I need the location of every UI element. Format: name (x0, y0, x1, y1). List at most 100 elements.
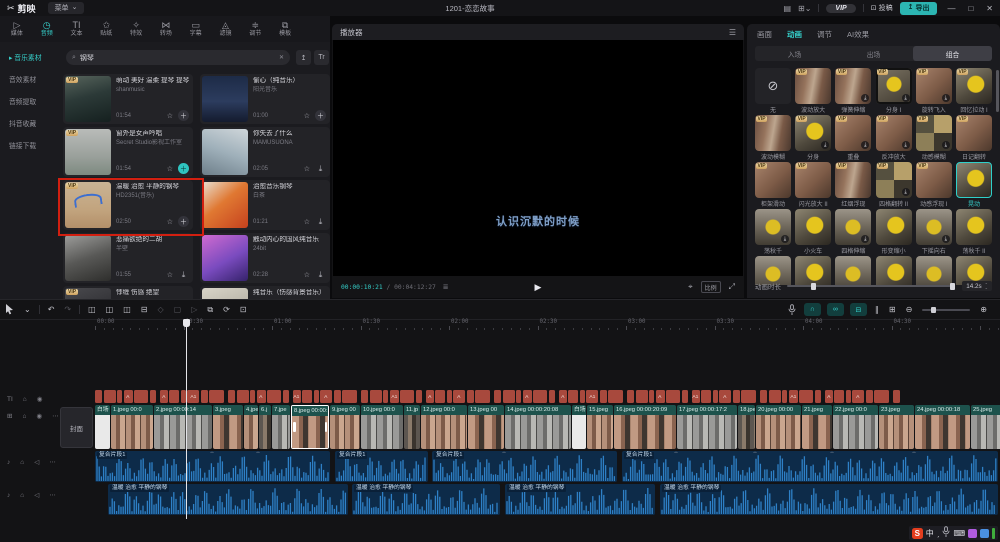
text-clip[interactable] (334, 390, 341, 403)
text-clip[interactable]: A (656, 390, 665, 403)
video-clip[interactable]: 23.jpeg (879, 405, 914, 449)
video-clip[interactable]: 24.jpeg 00:00:18 (915, 405, 970, 449)
audio-clip[interactable]: 温暖 治愈 平静的钢琴 (108, 484, 348, 515)
microphone-icon[interactable] (942, 526, 950, 540)
music-item[interactable]: 偷心（纯音乐）阳光音乐01:00☆＋ (200, 74, 330, 124)
text-clip[interactable] (494, 390, 501, 403)
video-clip[interactable]: 13.jpeg 00 (468, 405, 504, 449)
add-music-button[interactable]: ＋ (178, 110, 189, 121)
tab-滤镜[interactable]: ◬滤镜 (211, 16, 241, 42)
text-clip[interactable] (600, 390, 607, 403)
text-clip[interactable] (475, 390, 490, 403)
transition-marker[interactable]: ↔ (210, 449, 215, 455)
effect-tile-动感模糊[interactable]: VIP⤓动感模糊 (916, 115, 952, 161)
text-clip[interactable] (209, 390, 224, 403)
text-clip[interactable] (302, 390, 312, 403)
video-clip[interactable]: 10.jpeg 00:0 (361, 405, 403, 449)
video-clip[interactable]: 20.jpeg 00:00 (756, 405, 801, 449)
speed-icon[interactable]: ▷ (191, 305, 197, 314)
text-clip[interactable] (733, 390, 740, 403)
focus-icon[interactable]: ⌖ (688, 282, 693, 292)
download-icon[interactable]: ⤓ (315, 216, 326, 227)
text-clip[interactable]: A (320, 390, 332, 403)
star-icon[interactable]: ☆ (304, 165, 310, 173)
effect-tile-分身[interactable]: VIP⤓分身 (795, 115, 831, 161)
text-clip[interactable] (580, 390, 585, 403)
effect-tile-波动放大[interactable]: VIP波动放大 (795, 68, 831, 114)
video-clip[interactable]: 1.jpeg 00:0 (111, 405, 153, 449)
tab-音频[interactable]: ◷音频 (32, 16, 62, 42)
sidebar-item-音频提取[interactable]: 音频提取 (0, 90, 60, 112)
music-item[interactable]: 触动内心的国风纯音乐24bit02:28☆⤓ (200, 233, 330, 283)
ime-toolbox-icon[interactable] (980, 529, 989, 538)
timeline-zoom-out-icon[interactable]: ⊖ (906, 305, 913, 314)
scrollbar[interactable] (996, 70, 999, 112)
player-menu-icon[interactable]: ☰ (729, 28, 736, 37)
ime-punct-icon[interactable]: ˏ (937, 529, 940, 538)
reverse-icon[interactable]: ▢ (174, 305, 182, 314)
text-clip[interactable]: A (559, 390, 567, 403)
tab-调节[interactable]: 调节 (817, 29, 832, 44)
effect-tile-分身 I[interactable]: VIP⤓分身 I (876, 68, 912, 114)
ime-logo[interactable]: S (912, 528, 923, 539)
split-adjust-icon[interactable]: ∥ (875, 305, 879, 314)
star-icon[interactable]: ☆ (167, 165, 173, 173)
tab-特效[interactable]: ✧特效 (121, 16, 151, 42)
device-icon[interactable]: ▤ (783, 4, 791, 13)
music-item[interactable]: 治愈音乐钢琴白茶01:21☆⤓ (200, 180, 330, 230)
effect-tile-四格伸缩[interactable]: ⤓四格伸缩 (835, 209, 871, 255)
text-clip[interactable] (447, 390, 452, 403)
effect-tile-旋转飞入[interactable]: VIP⤓旋转飞入 (916, 68, 952, 114)
text-clip[interactable] (150, 390, 156, 403)
text-clip[interactable] (568, 390, 578, 403)
tab-模板[interactable]: ⧉模板 (270, 16, 300, 42)
video-preview[interactable]: 认识沉默的时候 (333, 40, 743, 276)
text-clip[interactable] (361, 390, 368, 403)
download-icon[interactable]: ⤓ (178, 269, 189, 280)
text-clip[interactable]: A (160, 390, 168, 403)
effect-tile-日记翻转[interactable]: VIP日记翻转 (956, 115, 992, 161)
video-clip[interactable]: 6.j (259, 405, 271, 449)
stepper-icons[interactable]: ⌃⌄ (985, 283, 988, 290)
redo-icon[interactable]: ↷ (64, 305, 71, 314)
music-item[interactable]: 你失去了什么MAMUSUONA02:05☆⤓ (200, 127, 330, 177)
text-clip[interactable] (533, 390, 547, 403)
record-voice-icon[interactable] (788, 304, 796, 316)
maximize-button[interactable]: □ (965, 4, 976, 13)
text-clip[interactable]: A (257, 390, 266, 403)
music-item[interactable]: 纯音乐（伤感背景音乐）（钢琴 (200, 286, 330, 299)
transition-marker[interactable]: ↔ (358, 449, 363, 455)
sort-music-button[interactable]: Tr (314, 50, 329, 65)
text-clip[interactable]: A1 (692, 390, 700, 403)
video-clip[interactable]: 15.jpeg (587, 405, 613, 449)
video-clip[interactable]: 18.jpeg (738, 405, 755, 449)
effect-tile-荡秋千 II[interactable]: 荡秋千 II (956, 209, 992, 255)
text-clip[interactable] (342, 390, 357, 403)
text-clip[interactable] (503, 390, 515, 403)
effect-tile-四格翻转 II[interactable]: VIP⤓四格翻转 II (876, 162, 912, 208)
text-clip[interactable]: A (453, 390, 465, 403)
text-clip[interactable]: A1 (390, 390, 399, 403)
fold-tracks-icon[interactable]: ⊞ (889, 305, 896, 314)
search-input[interactable]: ⌕ 钢琴 ✕ (66, 50, 290, 65)
sidebar-item-链接下载[interactable]: 链接下载 (0, 134, 60, 156)
effect-tile-小火车[interactable]: 小火车 (795, 209, 831, 255)
transition-marker[interactable]: ↔ (912, 449, 917, 455)
effect-tile-形变缩小[interactable]: 形变缩小 (876, 209, 912, 255)
text-clip[interactable] (666, 390, 680, 403)
music-item[interactable]: 悲痛欲绝的二胡半壁01:55☆⤓ (63, 233, 193, 283)
zoom-slider-thumb[interactable] (931, 307, 936, 313)
transition-marker[interactable]: ↔ (674, 449, 679, 455)
sidebar-item-音效素材[interactable]: 音效素材 (0, 68, 60, 90)
text-clip[interactable]: A (825, 390, 833, 403)
subtab-组合[interactable]: 组合 (913, 46, 992, 61)
tab-媒体[interactable]: ▷媒体 (2, 16, 32, 42)
tab-动画[interactable]: 动画 (787, 29, 802, 44)
effect-tile-下摇向右[interactable]: ⤓下摇向右 (916, 209, 952, 255)
text-clip[interactable] (627, 390, 634, 403)
text-clip[interactable] (370, 390, 382, 403)
audio-clip[interactable]: 复合片段1 (95, 451, 330, 482)
tab-调节[interactable]: ≑调节 (240, 16, 270, 42)
video-clip[interactable]: 25.jpeg (971, 405, 1000, 449)
ime-lang[interactable]: 中 (926, 528, 934, 539)
